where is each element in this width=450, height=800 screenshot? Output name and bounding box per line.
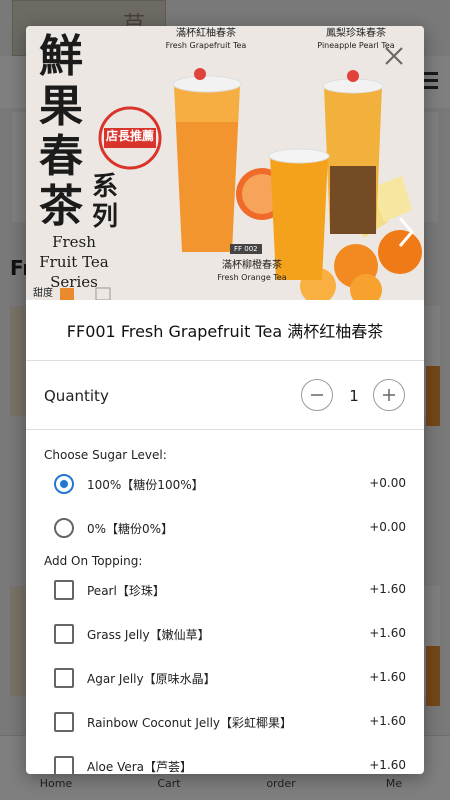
topping-option[interactable]: Aloe Vera【芦荟】 +1.60 <box>26 756 424 774</box>
hero-series-en: Fresh Fruit Tea Series <box>39 233 109 291</box>
option-price: +0.00 <box>369 520 406 534</box>
topping-checkbox[interactable] <box>54 756 74 774</box>
increase-quantity-button[interactable] <box>373 379 405 411</box>
option-price: +1.60 <box>369 758 406 772</box>
hero-vertical-title: 鮮果春茶 <box>39 31 83 232</box>
option-label: Agar Jelly【原味水晶】 <box>87 672 216 686</box>
product-title: FF001 Fresh Grapefruit Tea 满杯红柚春茶 <box>26 300 424 361</box>
option-label: Grass Jelly【嫩仙草】 <box>87 628 210 642</box>
sugar-radio-checked[interactable] <box>54 474 74 494</box>
product-modal: 鮮果春茶 系列 店長推薦 Fresh Fruit Tea Series 滿杯紅柚… <box>26 26 424 774</box>
options-section: Choose Sugar Level: 100%【糖份100%】 +0.00 0… <box>26 430 424 774</box>
option-price: +1.60 <box>369 714 406 728</box>
sugar-radio[interactable] <box>54 518 74 538</box>
topping-checkbox[interactable] <box>54 668 74 688</box>
sugar-level-title: Choose Sugar Level: <box>44 448 167 462</box>
sugar-option[interactable]: 0%【糖份0%】 +0.00 <box>26 518 424 562</box>
label-grapefruit: 滿杯紅柚春茶 Fresh Grapefruit Tea <box>156 28 256 52</box>
option-price: +0.00 <box>369 476 406 490</box>
minus-icon <box>311 394 323 396</box>
topping-option[interactable]: Grass Jelly【嫩仙草】 +1.60 <box>26 624 424 668</box>
label-grapefruit-en: Fresh Grapefruit Tea <box>165 41 247 50</box>
topping-checkbox[interactable] <box>54 712 74 732</box>
hero-vertical-subtitle: 系列 <box>92 172 119 232</box>
decrease-quantity-button[interactable] <box>301 379 333 411</box>
label-grapefruit-cn: 滿杯紅柚春茶 <box>176 28 236 39</box>
topping-option[interactable]: Pearl【珍珠】 +1.60 <box>26 580 424 624</box>
label-orange-en: Fresh Orange Tea <box>217 273 287 282</box>
label-pineapple-cn: 鳳梨珍珠春茶 <box>326 28 386 39</box>
option-label: Rainbow Coconut Jelly【彩虹椰果】 <box>87 716 293 730</box>
option-price: +1.60 <box>369 626 406 640</box>
label-orange-cn: 滿杯柳橙春茶 <box>222 260 282 271</box>
option-label: 100%【糖份100%】 <box>87 478 204 492</box>
close-icon[interactable] <box>382 44 406 68</box>
option-label: Pearl【珍珠】 <box>87 584 165 598</box>
quantity-row: Quantity 1 <box>26 361 424 430</box>
product-code-badge: FF 002 <box>230 244 262 254</box>
sweetness-label: 甜度 <box>33 288 53 299</box>
label-orange: 滿杯柳橙春茶 Fresh Orange Tea <box>202 260 302 284</box>
option-label: Aloe Vera【芦荟】 <box>87 760 193 774</box>
sugar-option[interactable]: 100%【糖份100%】 +0.00 <box>26 474 424 518</box>
product-image: 鮮果春茶 系列 店長推薦 Fresh Fruit Tea Series 滿杯紅柚… <box>26 26 424 300</box>
option-label: 0%【糖份0%】 <box>87 522 174 536</box>
option-price: +1.60 <box>369 582 406 596</box>
plus-icon <box>383 389 395 401</box>
topping-checkbox[interactable] <box>54 624 74 644</box>
topping-checkbox[interactable] <box>54 580 74 600</box>
topping-option[interactable]: Agar Jelly【原味水晶】 +1.60 <box>26 668 424 712</box>
quantity-value: 1 <box>349 387 359 405</box>
stamp-text: 店長推薦 <box>106 129 155 143</box>
quantity-label: Quantity <box>44 387 109 405</box>
chevron-right-icon[interactable] <box>394 212 418 252</box>
topping-option[interactable]: Rainbow Coconut Jelly【彩虹椰果】 +1.60 <box>26 712 424 756</box>
option-price: +1.60 <box>369 670 406 684</box>
